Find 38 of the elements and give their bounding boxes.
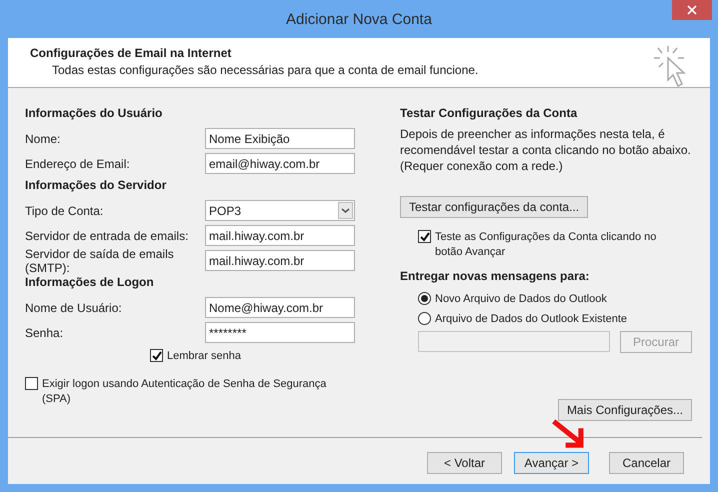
radio-option[interactable]: Arquivo de Dados do Outlook Existente: [418, 312, 692, 327]
more-settings-button[interactable]: Mais Configurações...: [558, 399, 692, 421]
test-on-next-checkbox[interactable]: Teste as Configurações da Conta clicando no botão Avançar: [418, 230, 678, 260]
close-icon: [687, 5, 697, 15]
field-label: Endereço de Email:: [25, 156, 131, 170]
test-settings-button[interactable]: Testar configurações da conta...: [400, 196, 588, 218]
radio-option[interactable]: Novo Arquivo de Dados do Outlook: [418, 292, 692, 307]
checkmark-icon: [420, 232, 430, 242]
section-heading: Entregar novas mensagens para:: [400, 269, 590, 283]
input-field[interactable]: mail.hiway.com.br: [205, 250, 355, 271]
input-field[interactable]: email@hiway.com.br: [205, 153, 355, 174]
field-label: Servidor de saída de emails (SMTP):: [25, 246, 175, 274]
remember-password-checkbox[interactable]: Lembrar senha: [150, 349, 355, 364]
checkmark-icon: [152, 350, 162, 360]
account-type-dropdown[interactable]: POP3: [205, 200, 355, 221]
section-heading: Informações de Logon: [25, 275, 155, 289]
section-heading: Informações do Usuário: [25, 106, 164, 120]
close-button[interactable]: [672, 0, 712, 20]
spa-checkbox[interactable]: Exigir logon usando Autenticação de Senha de Segurança (SPA): [25, 377, 335, 407]
input-field[interactable]: Nome@hiway.com.br: [205, 297, 355, 318]
footer-button[interactable]: Avançar >: [514, 452, 589, 474]
test-description: Depois de preencher as informações nesta tela, é recomendável testar a conta clicando no botão abaixo. (Requer conexão com a rede.): [400, 126, 692, 174]
field-label: Nome:: [25, 132, 62, 146]
footer-button[interactable]: Cancelar: [609, 452, 684, 474]
section-heading: Informações do Servidor: [25, 178, 168, 192]
field-label: Servidor de entrada de emails:: [25, 228, 190, 242]
input-field[interactable]: mail.hiway.com.br: [205, 225, 355, 246]
header-subtitle: Todas estas configurações são necessárias para que a conta de email funcione.: [51, 63, 478, 77]
field-label: Nome de Usuário:: [25, 300, 123, 314]
section-heading: Testar Configurações da Conta: [400, 106, 578, 120]
dropdown-icon: [338, 202, 353, 219]
input-field[interactable]: Nome Exibição: [205, 128, 355, 149]
header-title: Configurações de Email na Internet: [30, 46, 232, 60]
password-field[interactable]: ********: [205, 322, 355, 343]
footer-button[interactable]: < Voltar: [427, 452, 502, 474]
field-label: Tipo de Conta:: [25, 204, 104, 218]
window-title: Adicionar Nova Conta: [286, 10, 432, 28]
field-label: Senha:: [25, 326, 64, 340]
